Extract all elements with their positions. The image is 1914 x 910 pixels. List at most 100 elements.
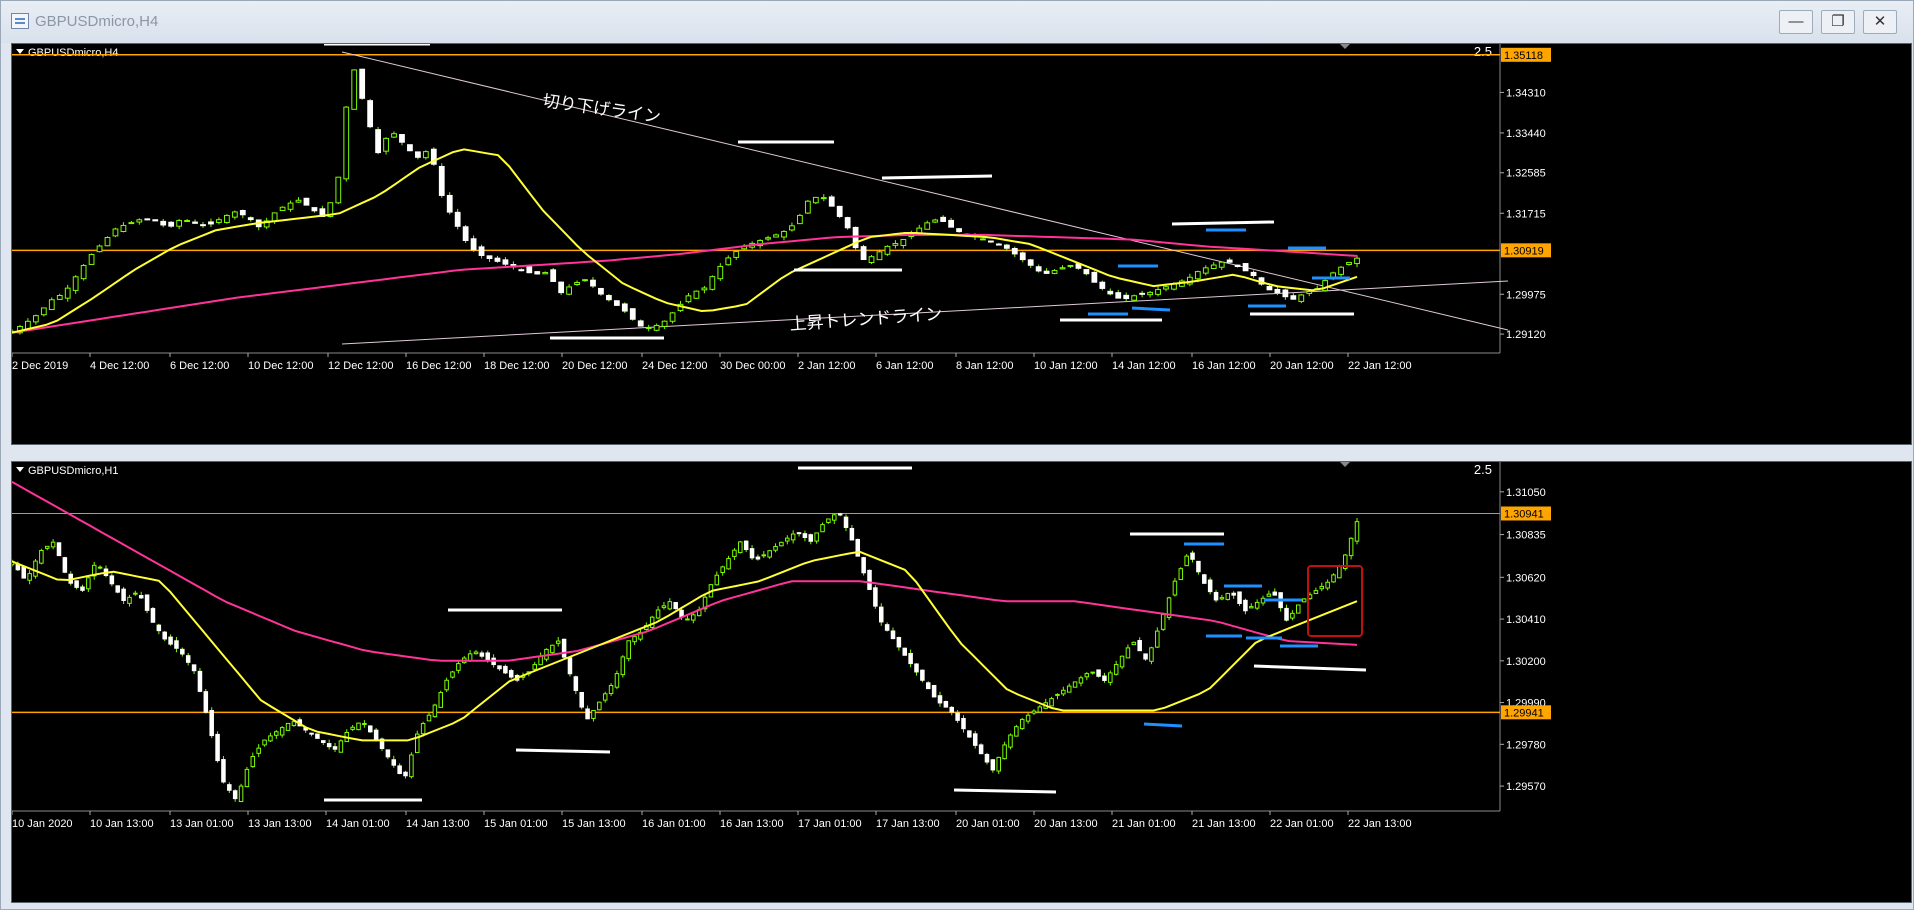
candle-body	[485, 652, 491, 661]
candle-body	[1119, 655, 1125, 668]
candle-body	[653, 324, 660, 331]
white-marker-line	[1171, 220, 1275, 226]
candle-body	[1346, 261, 1352, 266]
candle-body	[385, 749, 391, 758]
chart-h1[interactable]: GBPUSDmicro,H1 2.5 1.31050 1.30941 1.30835 1.…	[12, 462, 1911, 902]
candle-body	[1194, 271, 1201, 280]
candle-body	[733, 251, 740, 258]
candle-body	[1325, 581, 1330, 589]
candle-body	[80, 586, 85, 591]
candle-body	[685, 295, 692, 303]
candle-body	[1348, 537, 1354, 557]
candle-body	[955, 712, 960, 721]
candle-body	[890, 630, 896, 640]
candle-body	[136, 219, 143, 223]
window-title: GBPUSDmicro,H4	[35, 13, 159, 30]
candle-body	[534, 271, 541, 275]
y-tick-label: 1.30620	[1506, 572, 1546, 584]
x-tick-label: 18 Dec 12:00	[484, 360, 549, 372]
candle-body	[338, 740, 344, 753]
y-tick-label: 1.33440	[1506, 128, 1546, 140]
candle-body	[797, 214, 803, 225]
candle-body	[614, 673, 620, 688]
candle-body	[574, 282, 580, 286]
chart-window-icon	[11, 13, 29, 29]
chart-pane-h4[interactable]: GBPUSDmicro,H4 2.5 切り下げライン 上昇トレンドライン 1.35118…	[11, 43, 1912, 445]
candle-body	[508, 670, 514, 678]
candle-body	[88, 254, 95, 265]
candle-body	[326, 743, 332, 748]
minimize-button[interactable]: —	[1779, 10, 1813, 34]
candle-body	[1213, 591, 1219, 601]
candle-body	[279, 727, 285, 736]
window-titlebar[interactable]: GBPUSDmicro,H4 — ❐ ✕	[1, 1, 1913, 43]
price-highlight-label: 1.30919	[1504, 245, 1544, 257]
scale-label: 2.5	[1474, 462, 1492, 477]
blue-marker-line	[1131, 306, 1171, 312]
candle-body	[470, 238, 477, 251]
trendline-annotation: 上昇トレンドライン	[789, 304, 943, 335]
x-tick-label: 15 Jan 01:00	[484, 818, 548, 830]
candle-body	[649, 616, 655, 628]
candle-body	[1202, 574, 1207, 584]
candle-body	[1207, 579, 1213, 593]
candle-body	[849, 527, 855, 541]
candle-body	[287, 202, 294, 210]
candle-body	[291, 721, 297, 726]
candle-body	[1035, 266, 1042, 272]
x-tick-label: 4 Dec 12:00	[90, 360, 149, 372]
candle-body	[924, 222, 931, 230]
candle-body	[555, 640, 561, 644]
candle-body	[1072, 681, 1078, 688]
candle-body	[843, 516, 849, 528]
candle-body	[855, 538, 861, 557]
white-marker-line	[953, 788, 1057, 794]
x-tick-label: 20 Jan 01:00	[956, 818, 1020, 830]
x-tick-label: 17 Jan 01:00	[798, 818, 862, 830]
candle-body	[80, 264, 87, 280]
candle-body	[200, 224, 206, 227]
candle-body	[1231, 592, 1236, 596]
x-tick-label: 2 Dec 2019	[12, 360, 68, 372]
chart-h4[interactable]: GBPUSDmicro,H4 2.5 切り下げライン上昇トレンドライン 1.35118…	[12, 44, 1911, 444]
candle-body	[309, 732, 314, 735]
white-marker-line	[515, 748, 611, 754]
candle-body	[820, 197, 827, 200]
candle-body	[1019, 252, 1026, 261]
candle-body	[1025, 714, 1031, 722]
candle-body	[247, 217, 254, 221]
candle-body	[1243, 599, 1248, 612]
candle-body	[1219, 597, 1225, 600]
candle-body	[1051, 270, 1058, 274]
candle-body	[1078, 677, 1084, 684]
candle-body	[271, 212, 278, 222]
candle-body	[473, 651, 479, 655]
candle-body	[826, 518, 831, 524]
candle-body	[896, 637, 902, 648]
candle-body	[462, 226, 469, 241]
candle-body	[779, 541, 784, 547]
x-tick-label: 6 Dec 12:00	[170, 360, 229, 372]
x-tick-label: 14 Jan 13:00	[406, 818, 470, 830]
x-tick-label: 10 Dec 12:00	[248, 360, 313, 372]
x-tick-label: 16 Jan 12:00	[1192, 360, 1256, 372]
candle-body	[693, 290, 700, 299]
x-tick-label: 13 Jan 13:00	[248, 818, 312, 830]
candle-body	[1066, 685, 1072, 693]
candle-body	[359, 68, 366, 99]
candle-body	[661, 605, 667, 609]
x-tick-label: 6 Jan 12:00	[876, 360, 934, 372]
candle-body	[478, 246, 485, 256]
candle-body	[914, 663, 919, 673]
y-tick-label: 1.34310	[1506, 87, 1546, 99]
candle-body	[1031, 710, 1037, 714]
close-button[interactable]: ✕	[1863, 10, 1897, 34]
candle-body	[785, 537, 790, 542]
restore-button[interactable]: ❐	[1821, 10, 1855, 34]
x-tick-label: 2 Jan 12:00	[798, 360, 856, 372]
chart-pane-h1[interactable]: GBPUSDmicro,H1 2.5 1.31050 1.30941 1.30835 1.…	[11, 461, 1912, 903]
candle-body	[184, 220, 190, 223]
symbol-dropdown-icon	[16, 49, 24, 54]
candle-body	[39, 550, 44, 564]
x-tick-label: 21 Jan 01:00	[1112, 818, 1176, 830]
